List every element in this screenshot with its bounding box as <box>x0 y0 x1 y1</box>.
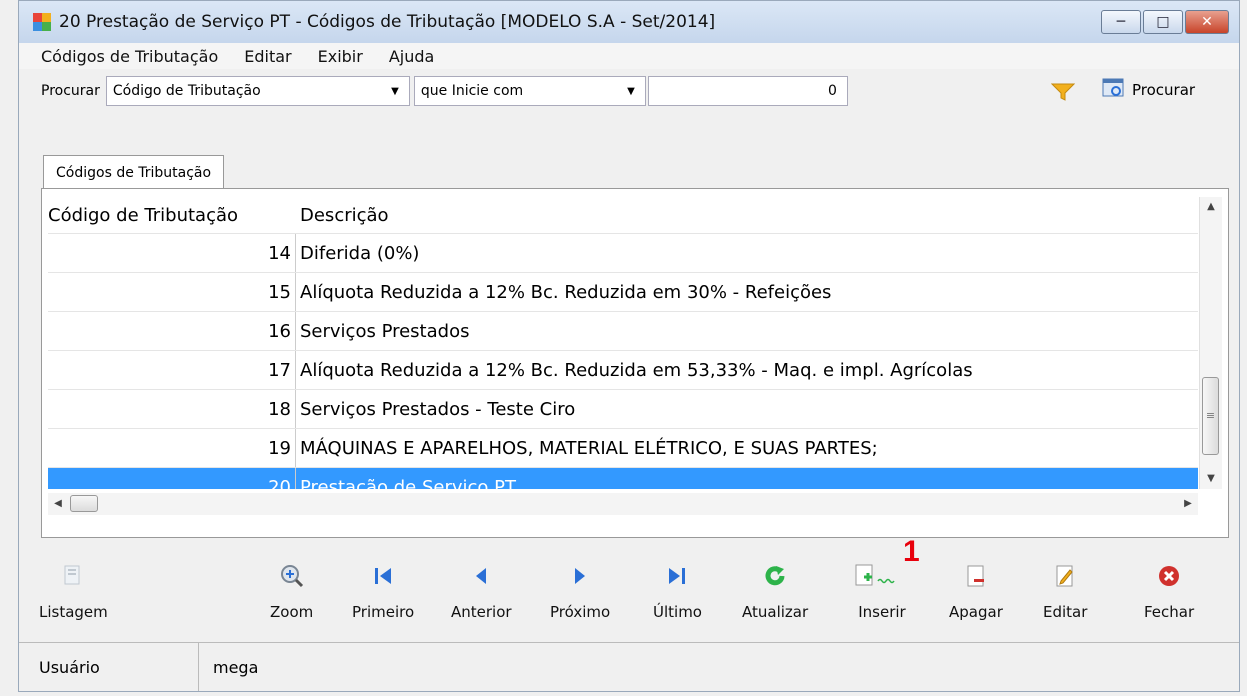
zoom-button[interactable]: Zoom <box>270 559 313 621</box>
main-window: 20 Prestação de Serviço PT - Códigos de … <box>18 0 1240 692</box>
primeiro-label: Primeiro <box>352 603 415 621</box>
next-icon <box>569 559 591 593</box>
edit-icon <box>1054 559 1076 593</box>
cell-code: 16 <box>48 312 296 350</box>
title-bar: 20 Prestação de Serviço PT - Códigos de … <box>19 1 1239 43</box>
search-label: Procurar <box>41 83 100 99</box>
scroll-thumb-horizontal[interactable] <box>70 495 98 512</box>
primeiro-button[interactable]: Primeiro <box>352 559 414 621</box>
maximize-button[interactable]: □ <box>1143 10 1183 34</box>
cell-code: 17 <box>48 351 296 389</box>
tab-panel: Código de Tributação Descrição 14 Diferi… <box>41 188 1229 538</box>
menu-editar[interactable]: Editar <box>244 47 291 66</box>
cell-desc: Alíquota Reduzida a 12% Bc. Reduzida em … <box>300 281 832 303</box>
chevron-down-icon: ▼ <box>391 85 399 97</box>
listagem-button[interactable]: Listagem <box>39 559 108 621</box>
table-row[interactable]: 19 MÁQUINAS E APARELHOS, MATERIAL ELÉTRI… <box>48 428 1198 467</box>
chevron-down-icon: ▼ <box>627 85 635 97</box>
tab-codigos[interactable]: Códigos de Tributação <box>43 155 225 189</box>
window-title: 20 Prestação de Serviço PT - Códigos de … <box>59 12 716 32</box>
column-header-desc[interactable]: Descrição <box>296 197 1198 233</box>
scroll-down-icon[interactable]: ▼ <box>1200 469 1222 489</box>
editar-button[interactable]: Editar <box>1043 559 1087 621</box>
bottom-toolbar: Listagem Zoom Primeiro Anterior Próximo <box>19 547 1239 639</box>
previous-icon <box>470 559 492 593</box>
atualizar-button[interactable]: Atualizar <box>742 559 808 621</box>
last-record-icon <box>666 559 688 593</box>
refresh-icon <box>763 559 787 593</box>
app-icon <box>33 13 51 31</box>
inserir-button[interactable]: Inserir <box>854 559 910 621</box>
scroll-left-icon[interactable]: ◀ <box>48 493 68 515</box>
cell-code: 18 <box>48 390 296 428</box>
table-row[interactable]: 17 Alíquota Reduzida a 12% Bc. Reduzida … <box>48 350 1198 389</box>
zoom-label: Zoom <box>270 603 314 621</box>
vertical-scrollbar[interactable]: ▲ ≡ ▼ <box>1199 197 1222 489</box>
status-user-value: mega <box>213 657 259 677</box>
grid-header: Código de Tributação Descrição <box>48 197 1198 233</box>
anterior-button[interactable]: Anterior <box>451 559 512 621</box>
table-row[interactable]: 14 Diferida (0%) <box>48 233 1198 272</box>
scroll-thumb[interactable]: ≡ <box>1202 377 1219 455</box>
cell-code: 19 <box>48 429 296 467</box>
cell-code: 14 <box>48 234 296 272</box>
cell-desc: Prestação de Serviço PT <box>300 476 516 490</box>
search-field-select[interactable]: Código de Tributação ▼ <box>105 76 410 106</box>
ultimo-label: Último <box>653 603 702 621</box>
menu-ajuda[interactable]: Ajuda <box>389 47 435 66</box>
cell-desc: Serviços Prestados - Teste Ciro <box>300 398 576 420</box>
apagar-button[interactable]: Apagar <box>949 559 1003 621</box>
cell-desc: MÁQUINAS E APARELHOS, MATERIAL ELÉTRICO,… <box>300 437 878 459</box>
search-button-label: Procurar <box>1132 81 1196 99</box>
insert-icon <box>854 559 910 593</box>
menu-bar: Códigos de Tributação Editar Exibir Ajud… <box>19 43 1239 69</box>
minimize-button[interactable]: ─ <box>1101 10 1141 34</box>
atualizar-label: Atualizar <box>742 603 809 621</box>
horizontal-scrollbar[interactable]: ◀ ▶ <box>48 493 1198 515</box>
cell-code: 15 <box>48 273 296 311</box>
tab-area: Códigos de Tributação Código de Tributaç… <box>33 155 1229 538</box>
cell-desc: Alíquota Reduzida a 12% Bc. Reduzida em … <box>300 359 973 381</box>
zoom-icon <box>279 559 305 593</box>
editar-label: Editar <box>1043 603 1088 621</box>
listagem-label: Listagem <box>39 603 108 621</box>
table-row[interactable]: 15 Alíquota Reduzida a 12% Bc. Reduzida … <box>48 272 1198 311</box>
anterior-label: Anterior <box>451 603 512 621</box>
data-grid: Código de Tributação Descrição 14 Diferi… <box>48 197 1198 489</box>
scroll-up-icon[interactable]: ▲ <box>1200 197 1222 217</box>
status-bar: Usuário mega <box>19 642 1239 691</box>
proximo-button[interactable]: Próximo <box>550 559 610 621</box>
close-icon <box>1157 559 1181 593</box>
menu-exibir[interactable]: Exibir <box>318 47 363 66</box>
delete-icon <box>965 559 987 593</box>
search-window-icon <box>1102 77 1126 103</box>
cell-code: 20 <box>48 468 296 489</box>
scroll-right-icon[interactable]: ▶ <box>1178 493 1198 515</box>
ultimo-button[interactable]: Último <box>653 559 702 621</box>
fechar-button[interactable]: Fechar <box>1144 559 1194 621</box>
search-condition-select[interactable]: que Inicie com ▼ <box>413 76 646 106</box>
filter-icon[interactable] <box>1050 82 1076 106</box>
table-row[interactable]: 18 Serviços Prestados - Teste Ciro <box>48 389 1198 428</box>
proximo-label: Próximo <box>550 603 611 621</box>
status-user-label: Usuário <box>19 643 199 691</box>
search-input[interactable]: 0 <box>647 76 848 106</box>
close-window-button[interactable]: ✕ <box>1185 10 1229 34</box>
cell-desc: Diferida (0%) <box>300 242 420 264</box>
table-row[interactable]: 16 Serviços Prestados <box>48 311 1198 350</box>
first-record-icon <box>372 559 394 593</box>
step-annotation: 1 <box>903 535 920 568</box>
search-field-value: Código de Tributação <box>112 83 261 99</box>
menu-codigos[interactable]: Códigos de Tributação <box>41 47 218 66</box>
search-condition-value: que Inicie com <box>420 83 524 99</box>
fechar-label: Fechar <box>1144 603 1195 621</box>
search-button[interactable]: Procurar <box>1102 77 1195 103</box>
apagar-label: Apagar <box>949 603 1003 621</box>
column-header-code[interactable]: Código de Tributação <box>48 197 296 233</box>
cell-desc: Serviços Prestados <box>300 320 470 342</box>
inserir-label: Inserir <box>858 603 906 621</box>
table-row-selected[interactable]: 20 Prestação de Serviço PT <box>48 467 1198 489</box>
document-icon <box>62 559 84 593</box>
search-bar: Procurar Código de Tributação ▼ que Inic… <box>19 69 1239 113</box>
